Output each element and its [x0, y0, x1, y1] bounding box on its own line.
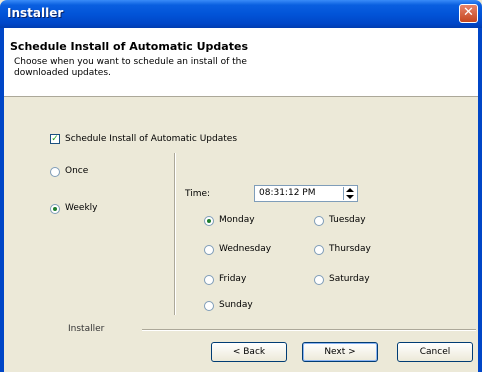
- wednesday-radio[interactable]: [204, 245, 214, 255]
- tuesday-radio[interactable]: [314, 216, 324, 226]
- weekly-label[interactable]: Weekly: [65, 203, 97, 213]
- sunday-radio[interactable]: [204, 301, 214, 311]
- saturday-radio[interactable]: [314, 275, 324, 285]
- title-bar[interactable]: Installer ✕: [0, 0, 482, 28]
- thursday-radio[interactable]: [314, 245, 324, 255]
- window-frame-right: [478, 28, 482, 372]
- cancel-button[interactable]: Cancel: [397, 342, 473, 362]
- monday-label[interactable]: Monday: [219, 215, 255, 225]
- page-title: Schedule Install of Automatic Updates: [10, 40, 248, 53]
- saturday-label[interactable]: Saturday: [329, 274, 370, 284]
- options-divider: [174, 153, 176, 315]
- footer-brand: Installer: [68, 324, 105, 334]
- friday-radio[interactable]: [204, 275, 214, 285]
- schedule-checkbox-label[interactable]: Schedule Install of Automatic Updates: [65, 134, 237, 144]
- close-button[interactable]: ✕: [459, 4, 478, 23]
- spin-up-icon[interactable]: [346, 188, 354, 192]
- time-spinner[interactable]: [343, 187, 356, 200]
- time-input[interactable]: 08:31:12 PM: [254, 185, 358, 202]
- installer-window: Installer ✕ Schedule Install of Automati…: [0, 0, 482, 372]
- next-button[interactable]: Next >: [302, 342, 378, 362]
- time-value[interactable]: 08:31:12 PM: [259, 188, 315, 198]
- thursday-label[interactable]: Thursday: [329, 244, 371, 254]
- page-subtitle: Choose when you want to schedule an inst…: [14, 57, 247, 78]
- footer-divider: [142, 329, 476, 331]
- wednesday-label[interactable]: Wednesday: [219, 244, 271, 254]
- once-radio[interactable]: [50, 167, 60, 177]
- monday-radio[interactable]: [204, 216, 214, 226]
- friday-label[interactable]: Friday: [219, 274, 246, 284]
- header-panel: Schedule Install of Automatic Updates Ch…: [4, 28, 478, 97]
- weekly-radio[interactable]: [50, 204, 60, 214]
- time-label: Time:: [185, 189, 211, 199]
- spin-down-icon[interactable]: [346, 195, 354, 199]
- once-label[interactable]: Once: [65, 166, 88, 176]
- schedule-checkbox[interactable]: ✓: [50, 134, 60, 144]
- sunday-label[interactable]: Sunday: [219, 300, 253, 310]
- window-title: Installer: [7, 6, 64, 20]
- tuesday-label[interactable]: Tuesday: [329, 215, 366, 225]
- content-area: ✓ Schedule Install of Automatic Updates …: [4, 97, 478, 372]
- back-button[interactable]: < Back: [211, 342, 287, 362]
